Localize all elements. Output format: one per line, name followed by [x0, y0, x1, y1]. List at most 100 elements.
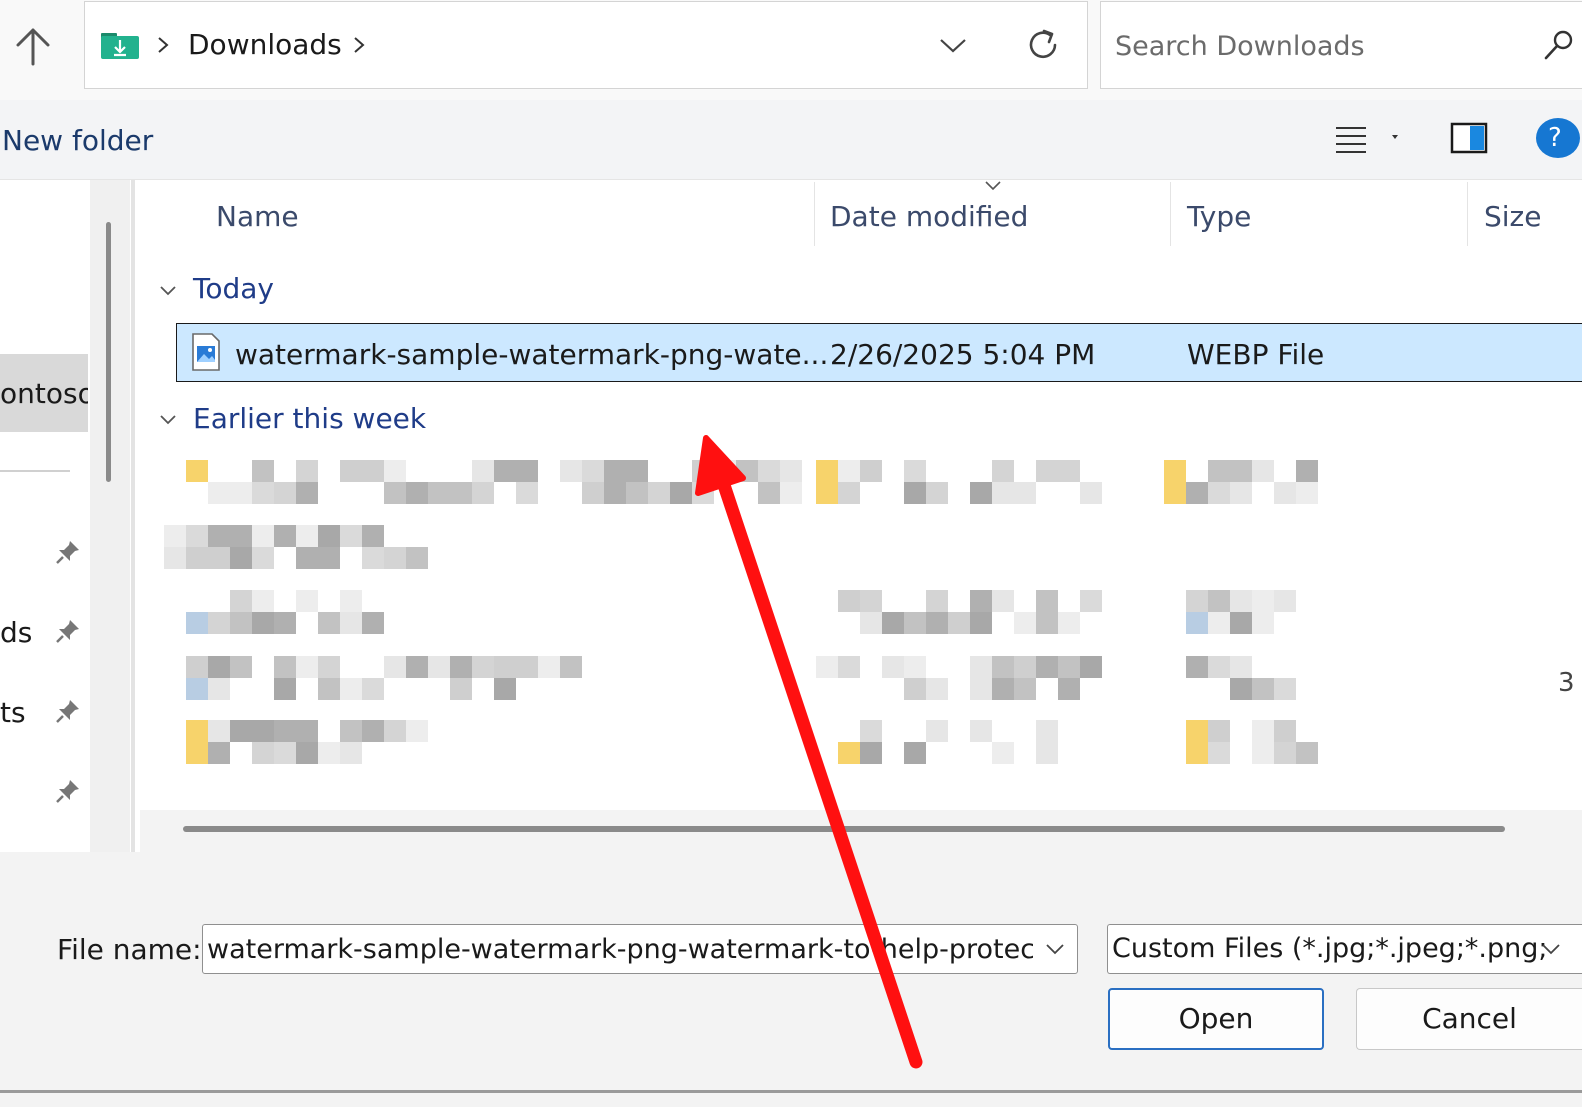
pin-icon[interactable] — [54, 538, 82, 566]
redaction-pixel — [1230, 482, 1252, 504]
downloads-folder-icon — [101, 33, 139, 59]
up-arrow-icon[interactable] — [10, 24, 56, 70]
redaction-pixel — [406, 482, 428, 504]
search-icon[interactable] — [1542, 28, 1574, 62]
collapse-chevron-icon[interactable] — [158, 284, 178, 298]
redaction-pixel — [1252, 590, 1274, 612]
redaction-pixel — [970, 720, 992, 742]
redaction-pixel — [274, 656, 296, 678]
column-header-type[interactable]: Type — [1187, 200, 1251, 233]
column-header-date-modified[interactable]: Date modified — [830, 200, 1028, 233]
search-box[interactable] — [1100, 1, 1582, 89]
pin-icon[interactable] — [54, 777, 82, 805]
redaction-pixel — [252, 525, 274, 547]
chevron-down-icon[interactable] — [1540, 942, 1562, 956]
column-header-size[interactable]: Size — [1484, 200, 1541, 233]
file-name-label: File name: — [57, 933, 202, 966]
redaction-pixel — [992, 656, 1014, 678]
redaction-pixel — [428, 482, 450, 504]
redaction-pixel — [904, 742, 926, 764]
file-name-cell[interactable]: watermark-sample-watermark-png-wate... — [235, 338, 828, 371]
redaction-pixel — [516, 656, 538, 678]
file-type-filter-label[interactable]: Custom Files (*.jpg;*.jpeg;*.png; — [1112, 933, 1547, 964]
redaction-pixel — [860, 720, 882, 742]
redaction-pixel — [494, 460, 516, 482]
chevron-down-icon[interactable] — [938, 32, 968, 58]
pin-icon[interactable] — [54, 617, 82, 645]
column-separator[interactable] — [1467, 182, 1468, 246]
redaction-pixel — [1036, 656, 1058, 678]
nav-scrollbar-thumb[interactable] — [106, 222, 111, 482]
column-separator[interactable] — [814, 182, 815, 246]
pin-icon[interactable] — [54, 697, 82, 725]
redaction-pixel — [186, 547, 208, 569]
redaction-pixel — [362, 678, 384, 700]
breadcrumb-chevron-icon[interactable] — [352, 34, 366, 56]
chevron-down-icon[interactable] — [1044, 942, 1066, 956]
redaction-pixel — [186, 656, 208, 678]
redaction-pixel — [970, 678, 992, 700]
new-folder-button[interactable]: New folder — [2, 124, 153, 157]
refresh-icon[interactable] — [1024, 26, 1062, 64]
redaction-pixel — [860, 590, 882, 612]
redaction-pixel — [1036, 460, 1058, 482]
redaction-pixel — [1058, 612, 1080, 634]
redaction-pixel — [318, 612, 340, 634]
breadcrumb-chevron-icon[interactable] — [156, 34, 170, 56]
window-bottom-border — [0, 1090, 1582, 1093]
nav-item-label[interactable]: ds — [0, 616, 32, 649]
redaction-pixel — [714, 460, 736, 482]
help-button[interactable]: ? — [1536, 118, 1580, 158]
redaction-pixel — [838, 656, 860, 678]
list-view-icon[interactable] — [1334, 124, 1368, 154]
redaction-pixel — [1186, 612, 1208, 634]
redaction-pixel — [860, 612, 882, 634]
nav-item-label[interactable]: ts — [0, 696, 26, 729]
collapse-chevron-icon[interactable] — [158, 413, 178, 427]
redaction-pixel — [626, 482, 648, 504]
nav-divider — [0, 470, 70, 472]
cancel-button[interactable]: Cancel — [1356, 988, 1582, 1050]
column-header-name[interactable]: Name — [216, 200, 299, 233]
redaction-pixel — [450, 656, 472, 678]
file-list — [140, 180, 1582, 810]
redaction-pixel — [252, 482, 274, 504]
redaction-pixel — [926, 720, 948, 742]
redaction-pixel — [926, 612, 948, 634]
redaction-pixel — [736, 460, 758, 482]
search-input[interactable] — [1115, 26, 1535, 66]
redaction-pixel — [406, 720, 428, 742]
nav-item-label[interactable]: ontoso — [0, 377, 88, 410]
redaction-pixel — [970, 612, 992, 634]
redaction-pixel — [1164, 460, 1186, 482]
redaction-pixel — [252, 590, 274, 612]
redaction-pixel — [692, 482, 714, 504]
redaction-pixel — [904, 656, 926, 678]
file-name-field[interactable] — [202, 924, 1078, 974]
redaction-pixel — [1252, 612, 1274, 634]
redaction-pixel — [816, 656, 838, 678]
column-separator[interactable] — [1170, 182, 1171, 246]
redaction-pixel — [1058, 460, 1080, 482]
redaction-pixel — [1014, 612, 1036, 634]
redaction-pixel — [208, 742, 230, 764]
redaction-pixel — [296, 525, 318, 547]
redaction-pixel — [816, 460, 838, 482]
group-header-today[interactable]: Today — [193, 272, 274, 305]
redaction-pixel — [1036, 590, 1058, 612]
file-name-input[interactable] — [207, 931, 1033, 967]
redaction-pixel — [296, 656, 318, 678]
redaction-pixel — [1230, 656, 1252, 678]
preview-pane-icon[interactable] — [1450, 122, 1488, 154]
redaction-pixel — [1186, 590, 1208, 612]
redaction-pixel — [838, 460, 860, 482]
file-type-cell: WEBP File — [1187, 338, 1325, 371]
file-type-filter-select[interactable]: Custom Files (*.jpg;*.jpeg;*.png; — [1107, 924, 1582, 974]
breadcrumb-downloads[interactable]: Downloads — [188, 28, 342, 61]
group-header-earlier-this-week[interactable]: Earlier this week — [193, 402, 426, 435]
horizontal-scrollbar-thumb[interactable] — [183, 826, 1505, 832]
redaction-pixel — [340, 720, 362, 742]
open-button[interactable]: Open — [1108, 988, 1324, 1050]
pane-splitter[interactable] — [131, 180, 135, 852]
view-options-caret-icon[interactable] — [1388, 132, 1402, 142]
